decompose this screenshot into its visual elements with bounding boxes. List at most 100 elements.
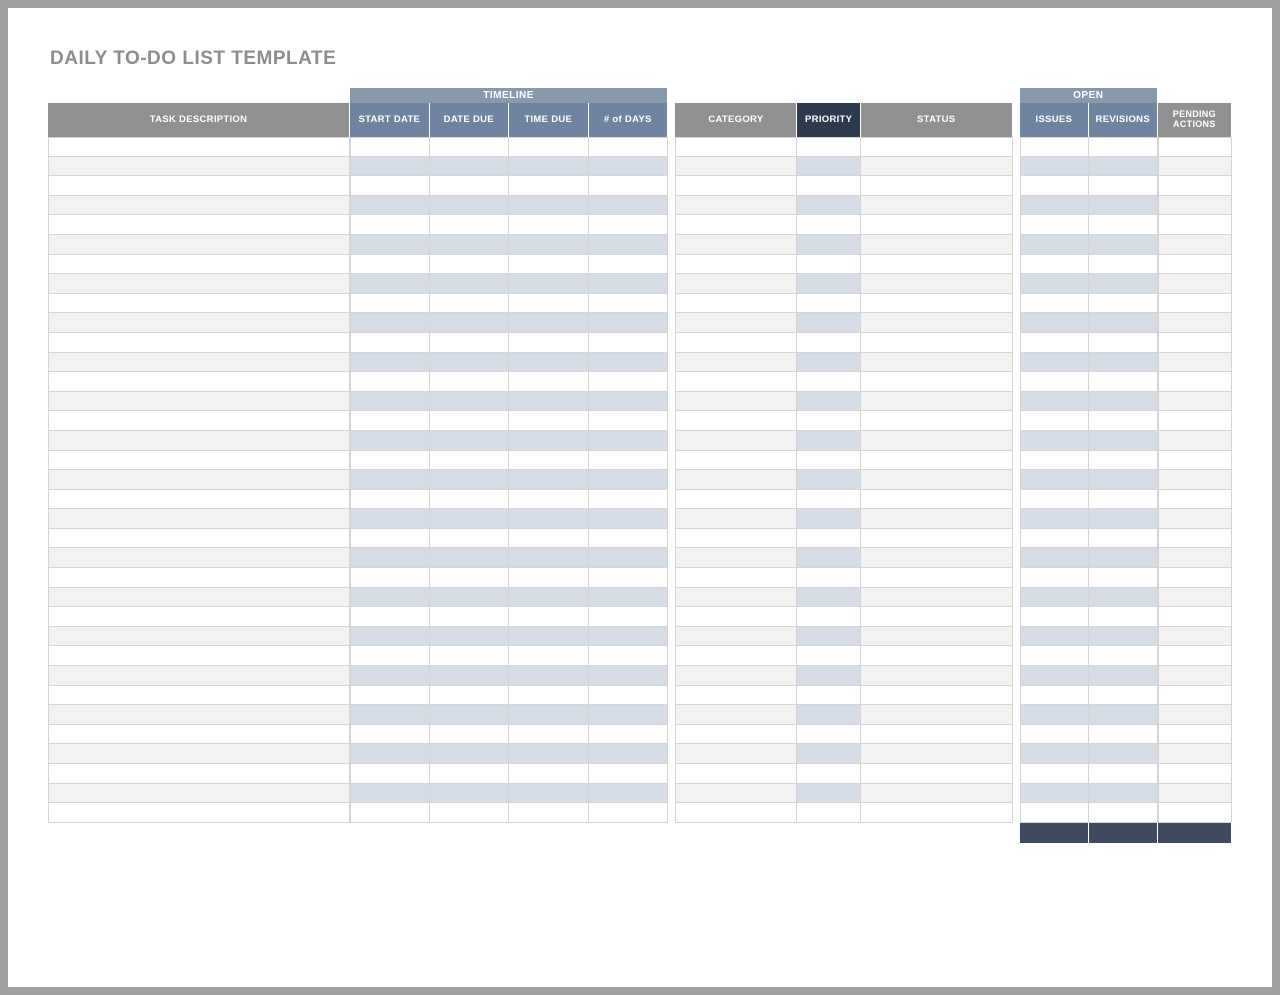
cell-iss[interactable]	[1020, 431, 1089, 451]
cell-task[interactable]	[48, 803, 350, 823]
cell-due[interactable]	[430, 490, 509, 510]
cell-task[interactable]	[48, 548, 350, 568]
cell-pri[interactable]	[797, 529, 861, 549]
cell-start[interactable]	[350, 196, 429, 216]
cell-pend[interactable]	[1158, 176, 1232, 196]
cell-rev[interactable]	[1089, 313, 1158, 333]
cell-pri[interactable]	[797, 372, 861, 392]
cell-pend[interactable]	[1158, 686, 1232, 706]
cell-time[interactable]	[509, 490, 588, 510]
cell-pend[interactable]	[1158, 764, 1232, 784]
cell-cat[interactable]	[675, 333, 797, 353]
cell-start[interactable]	[350, 725, 429, 745]
cell-time[interactable]	[509, 646, 588, 666]
cell-task[interactable]	[48, 568, 350, 588]
cell-start[interactable]	[350, 764, 429, 784]
cell-task[interactable]	[48, 157, 350, 177]
cell-rev[interactable]	[1089, 196, 1158, 216]
cell-start[interactable]	[350, 451, 429, 471]
cell-days[interactable]	[589, 392, 669, 412]
cell-time[interactable]	[509, 803, 588, 823]
cell-days[interactable]	[589, 411, 669, 431]
cell-cat[interactable]	[675, 744, 797, 764]
cell-rev[interactable]	[1089, 176, 1158, 196]
cell-start[interactable]	[350, 646, 429, 666]
cell-task[interactable]	[48, 725, 350, 745]
cell-time[interactable]	[509, 274, 588, 294]
cell-time[interactable]	[509, 509, 588, 529]
cell-task[interactable]	[48, 490, 350, 510]
cell-cat[interactable]	[675, 764, 797, 784]
cell-task[interactable]	[48, 686, 350, 706]
cell-pend[interactable]	[1158, 451, 1232, 471]
cell-iss[interactable]	[1020, 607, 1089, 627]
cell-due[interactable]	[430, 333, 509, 353]
cell-days[interactable]	[589, 568, 669, 588]
cell-iss[interactable]	[1020, 568, 1089, 588]
cell-cat[interactable]	[675, 196, 797, 216]
cell-start[interactable]	[350, 313, 429, 333]
cell-pend[interactable]	[1158, 392, 1232, 412]
cell-due[interactable]	[430, 803, 509, 823]
cell-days[interactable]	[589, 255, 669, 275]
cell-task[interactable]	[48, 529, 350, 549]
cell-start[interactable]	[350, 333, 429, 353]
cell-stat[interactable]	[861, 196, 1013, 216]
cell-start[interactable]	[350, 490, 429, 510]
cell-due[interactable]	[430, 764, 509, 784]
cell-stat[interactable]	[861, 157, 1013, 177]
cell-due[interactable]	[430, 451, 509, 471]
cell-due[interactable]	[430, 176, 509, 196]
cell-pend[interactable]	[1158, 705, 1232, 725]
cell-due[interactable]	[430, 392, 509, 412]
cell-pri[interactable]	[797, 451, 861, 471]
cell-rev[interactable]	[1089, 529, 1158, 549]
cell-cat[interactable]	[675, 529, 797, 549]
cell-start[interactable]	[350, 744, 429, 764]
cell-pri[interactable]	[797, 764, 861, 784]
cell-iss[interactable]	[1020, 470, 1089, 490]
cell-stat[interactable]	[861, 313, 1013, 333]
cell-rev[interactable]	[1089, 431, 1158, 451]
cell-cat[interactable]	[675, 568, 797, 588]
cell-time[interactable]	[509, 725, 588, 745]
cell-pend[interactable]	[1158, 313, 1232, 333]
cell-stat[interactable]	[861, 470, 1013, 490]
cell-cat[interactable]	[675, 176, 797, 196]
cell-stat[interactable]	[861, 784, 1013, 804]
cell-start[interactable]	[350, 568, 429, 588]
cell-start[interactable]	[350, 274, 429, 294]
cell-time[interactable]	[509, 627, 588, 647]
cell-days[interactable]	[589, 431, 669, 451]
cell-cat[interactable]	[675, 627, 797, 647]
cell-stat[interactable]	[861, 353, 1013, 373]
cell-pend[interactable]	[1158, 137, 1232, 157]
cell-cat[interactable]	[675, 255, 797, 275]
cell-days[interactable]	[589, 215, 669, 235]
cell-task[interactable]	[48, 215, 350, 235]
cell-pri[interactable]	[797, 353, 861, 373]
cell-rev[interactable]	[1089, 607, 1158, 627]
cell-due[interactable]	[430, 470, 509, 490]
cell-due[interactable]	[430, 607, 509, 627]
cell-task[interactable]	[48, 666, 350, 686]
cell-time[interactable]	[509, 157, 588, 177]
cell-start[interactable]	[350, 176, 429, 196]
cell-time[interactable]	[509, 568, 588, 588]
cell-rev[interactable]	[1089, 137, 1158, 157]
cell-due[interactable]	[430, 686, 509, 706]
cell-stat[interactable]	[861, 235, 1013, 255]
cell-due[interactable]	[430, 274, 509, 294]
cell-time[interactable]	[509, 137, 588, 157]
cell-stat[interactable]	[861, 548, 1013, 568]
cell-task[interactable]	[48, 470, 350, 490]
cell-pri[interactable]	[797, 196, 861, 216]
cell-cat[interactable]	[675, 803, 797, 823]
cell-time[interactable]	[509, 764, 588, 784]
cell-pend[interactable]	[1158, 803, 1232, 823]
cell-pend[interactable]	[1158, 333, 1232, 353]
cell-stat[interactable]	[861, 274, 1013, 294]
cell-iss[interactable]	[1020, 705, 1089, 725]
cell-iss[interactable]	[1020, 137, 1089, 157]
cell-pri[interactable]	[797, 313, 861, 333]
